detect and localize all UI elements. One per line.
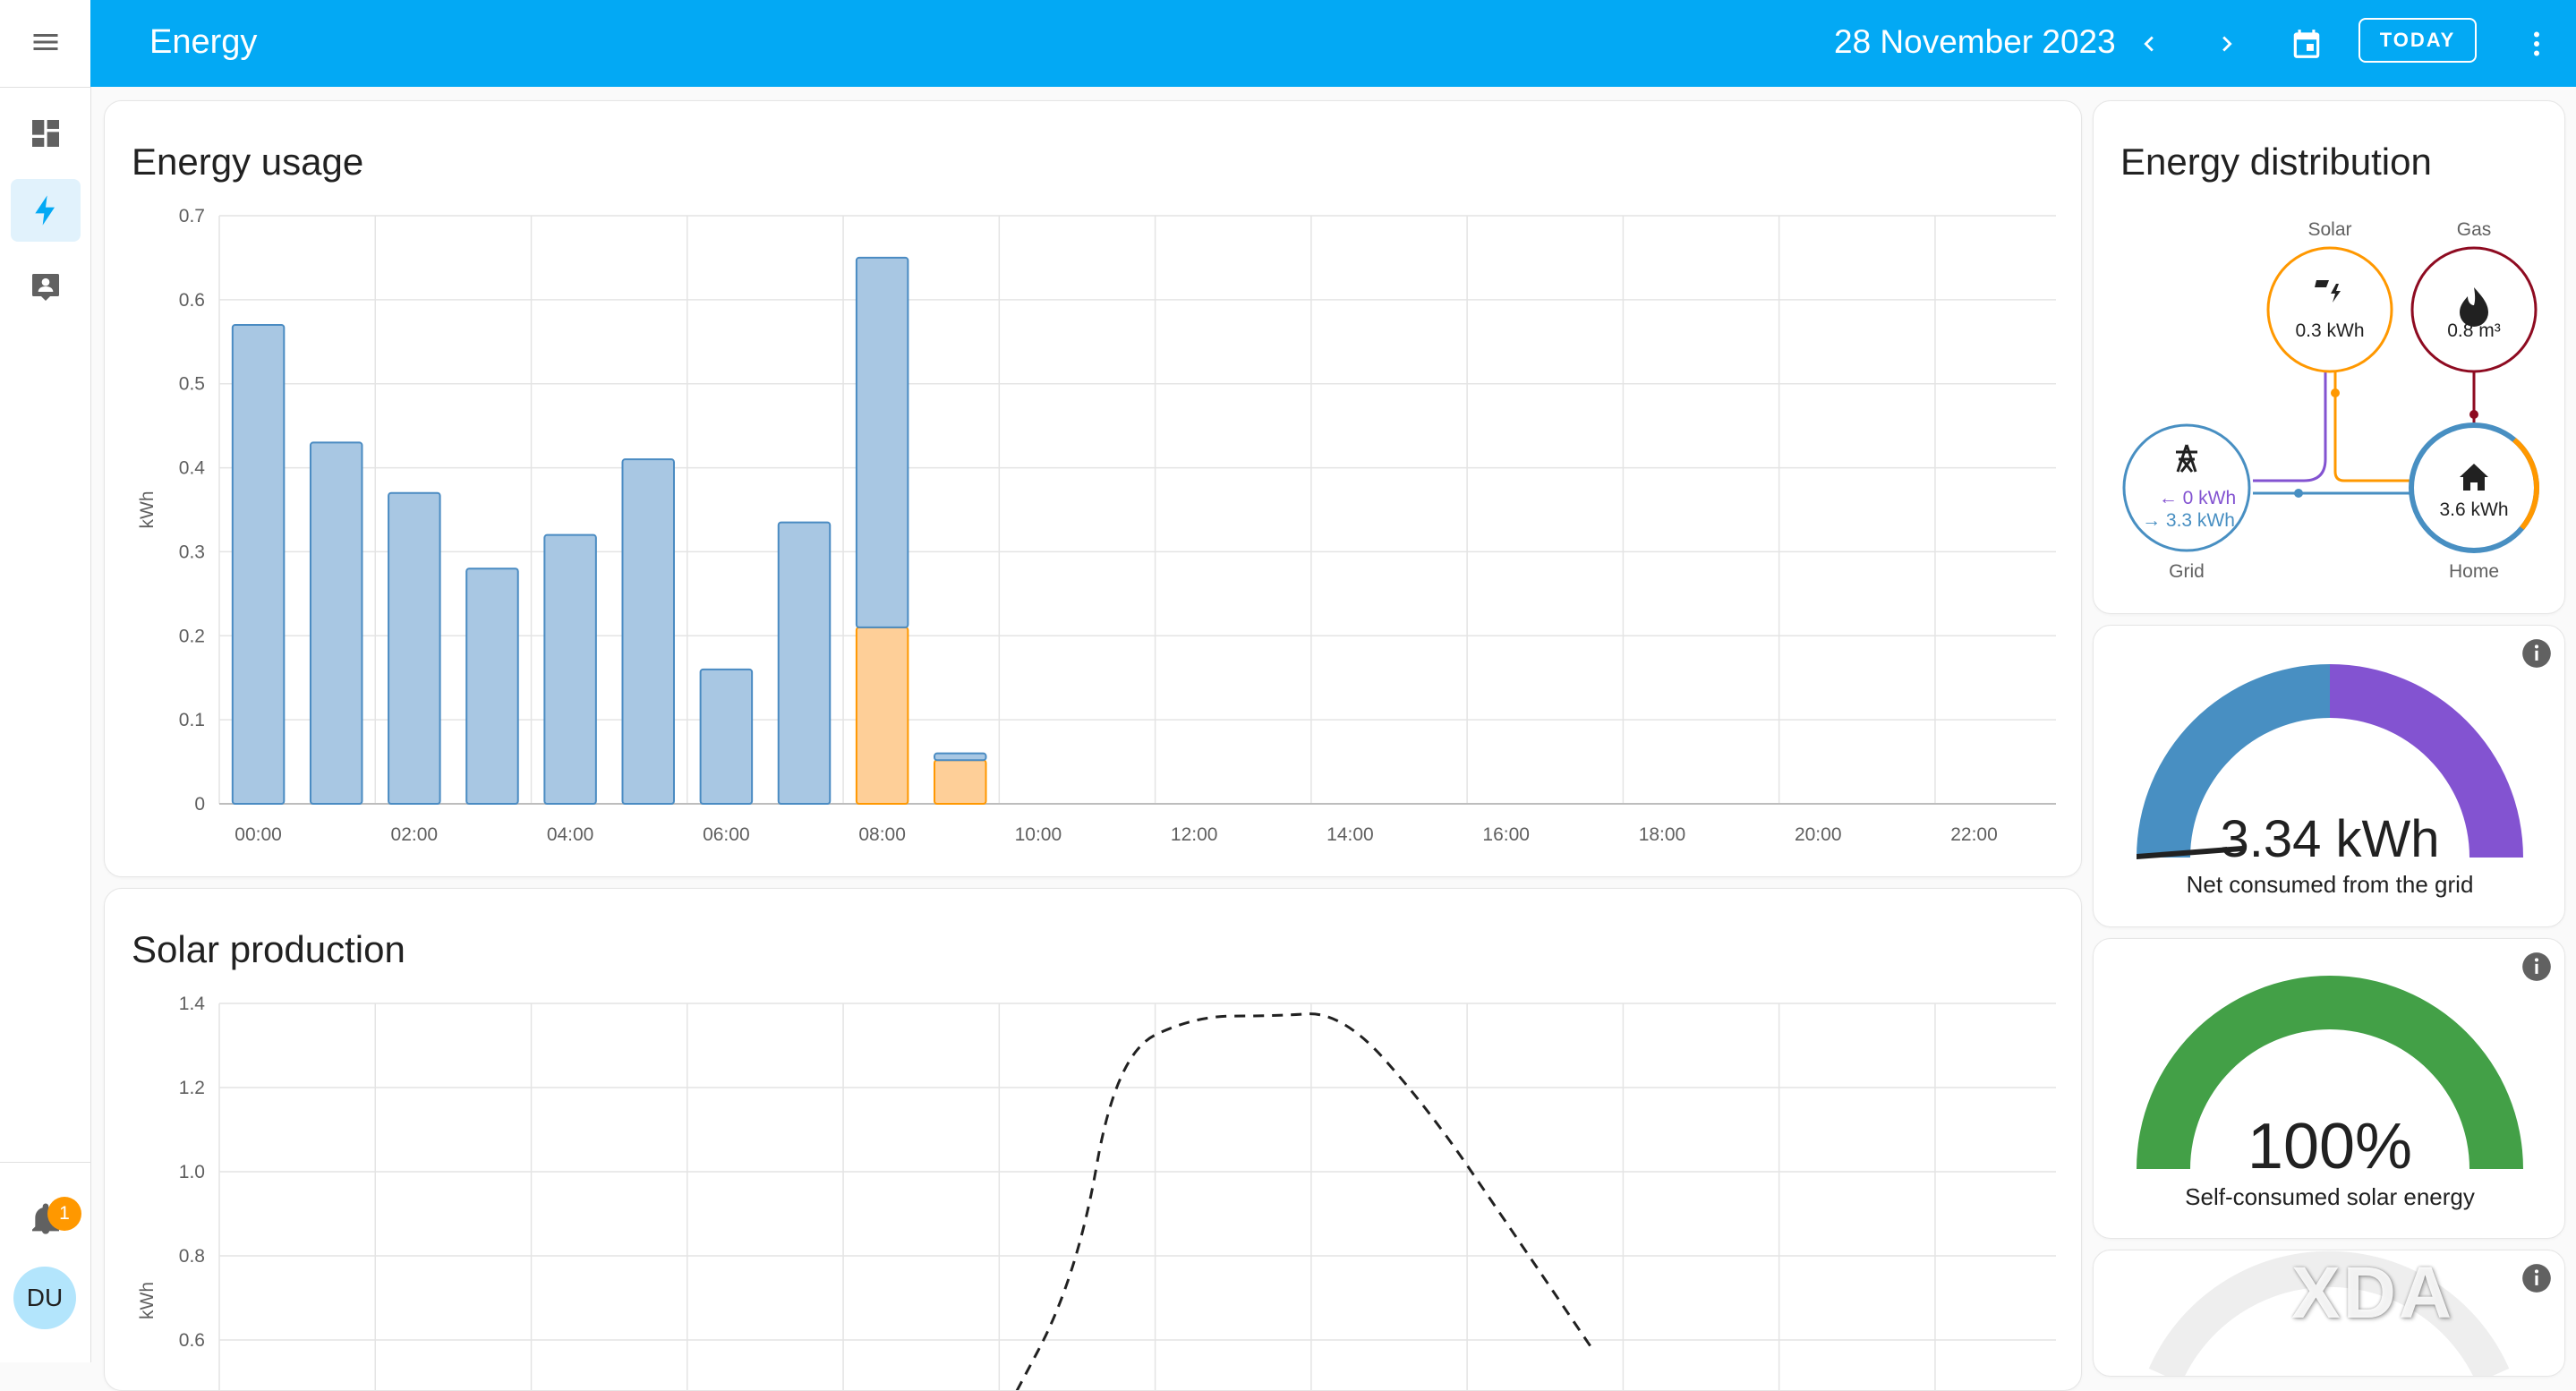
today-button[interactable]: TODAY bbox=[2358, 18, 2477, 63]
bar bbox=[855, 626, 909, 806]
solar-node bbox=[2266, 246, 2393, 373]
sidebar-item-energy[interactable] bbox=[11, 179, 81, 242]
notification-badge: 1 bbox=[47, 1197, 81, 1231]
energy-distribution-card: Energy distribution Solar 0.3 kWh Gas 0.… bbox=[2093, 100, 2565, 614]
dots-vertical-icon bbox=[2534, 31, 2539, 56]
arrow-left-icon: ← bbox=[2159, 488, 2183, 508]
y-tick-label: 0.3 bbox=[179, 542, 205, 562]
gauge-value: 3.34 kWh bbox=[2221, 810, 2440, 868]
bar bbox=[934, 752, 987, 762]
solar-production-chart: 0.6 0.8 1.0 1.2 1.4 kWh bbox=[137, 994, 2056, 1390]
solar-gauge: 100% Self-consumed solar energy bbox=[2137, 976, 2523, 1210]
flow-dot bbox=[2331, 388, 2340, 397]
solar-value: 0.3 kWh bbox=[2295, 320, 2364, 341]
y-tick-label: 0.1 bbox=[179, 710, 205, 730]
top-app-bar: Energy 28 November 2023 TODAY bbox=[90, 0, 2576, 87]
gauge-value: 100% bbox=[2248, 1111, 2412, 1182]
sidebar-item-overview[interactable] bbox=[11, 102, 81, 165]
account-box-icon bbox=[32, 274, 59, 301]
bar bbox=[465, 567, 519, 805]
y-tick-label: 0.4 bbox=[179, 458, 206, 479]
x-tick-label: 12:00 bbox=[1171, 824, 1218, 845]
date-label: 28 November 2023 bbox=[1834, 23, 2116, 60]
solar-production-card: Solar production 0.6 0.8 1.0 1.2 1.4 kWh bbox=[104, 888, 2082, 1391]
x-tick-label: 16:00 bbox=[1482, 824, 1530, 845]
x-tick-label: 22:00 bbox=[1950, 824, 1998, 845]
arrow-right-icon: → bbox=[2142, 510, 2166, 531]
x-tick-label: 14:00 bbox=[1326, 824, 1374, 845]
gauge-caption: Self-consumed solar energy bbox=[2185, 1183, 2475, 1210]
menu-icon bbox=[33, 34, 58, 50]
bar bbox=[388, 491, 441, 805]
overflow-menu-button[interactable] bbox=[2514, 21, 2559, 66]
watermark-logo: XDA bbox=[2291, 1252, 2455, 1334]
x-tick-label: 20:00 bbox=[1795, 824, 1842, 845]
gauge-caption: Net consumed from the grid bbox=[2187, 871, 2474, 898]
gas-value: 0.8 m³ bbox=[2447, 320, 2501, 341]
grid-return-value: ← 0 kWh bbox=[2159, 488, 2236, 508]
sidebar-item-logbook[interactable] bbox=[11, 256, 81, 319]
energy-usage-chart: 0 0.1 0.2 0.3 0.4 0.5 0.6 0.7 00:00 02:00 04:00 06:… bbox=[137, 206, 2056, 845]
home-value: 3.6 kWh bbox=[2439, 499, 2508, 520]
y-tick-label: 1.0 bbox=[179, 1162, 205, 1182]
flow-dot bbox=[2294, 489, 2303, 498]
grid-consumption-value: → 3.3 kWh bbox=[2142, 510, 2235, 531]
energy-usage-card: Energy usage 0 0.1 0.2 0.3 0.4 0.5 0.6 0.7 00:00… bbox=[104, 100, 2082, 877]
y-tick-label: 0.6 bbox=[179, 290, 205, 311]
flow-dot bbox=[2469, 410, 2478, 419]
y-tick-label: 1.2 bbox=[179, 1078, 205, 1098]
bar bbox=[777, 521, 832, 805]
x-tick-label: 10:00 bbox=[1015, 824, 1062, 845]
x-tick-label: 18:00 bbox=[1639, 824, 1686, 845]
chevron-left-icon bbox=[2144, 36, 2154, 52]
y-tick-label: 0.7 bbox=[179, 206, 205, 226]
y-tick-label: 0.2 bbox=[179, 626, 205, 646]
grid-gauge: 3.34 kWh Net consumed from the grid bbox=[2137, 664, 2523, 898]
y-tick-label: 1.4 bbox=[179, 994, 206, 1014]
y-tick-label: 0.8 bbox=[179, 1246, 205, 1267]
solar-to-home-line bbox=[2333, 370, 2412, 482]
x-tick-label: 04:00 bbox=[547, 824, 594, 845]
y-tick-label: 0.5 bbox=[179, 374, 205, 395]
grid-label: Grid bbox=[2169, 561, 2205, 582]
page-title: Energy bbox=[149, 23, 258, 61]
x-tick-label: 06:00 bbox=[703, 824, 750, 845]
dashboard-icon bbox=[32, 120, 59, 147]
energy-flow-diagram: Solar 0.3 kWh Gas 0.8 m³ ← 0 kWh → 3.3 k… bbox=[2122, 219, 2539, 582]
bar bbox=[855, 256, 909, 628]
bar bbox=[309, 441, 363, 805]
bar bbox=[543, 533, 597, 805]
x-tick-label: 02:00 bbox=[391, 824, 439, 845]
y-axis-label: kWh bbox=[137, 491, 158, 529]
previous-period-button[interactable] bbox=[2127, 21, 2171, 66]
home-label: Home bbox=[2449, 561, 2499, 582]
calendar-icon bbox=[2293, 30, 2320, 58]
y-axis-label: kWh bbox=[137, 1282, 158, 1319]
bar bbox=[231, 324, 286, 805]
chevron-right-icon bbox=[2222, 36, 2232, 52]
menu-button[interactable] bbox=[11, 11, 81, 73]
next-period-button[interactable] bbox=[2205, 21, 2249, 66]
bar bbox=[621, 458, 675, 805]
x-tick-label: 00:00 bbox=[235, 824, 282, 845]
date-picker-button[interactable] bbox=[2284, 21, 2329, 66]
grid-neutrality-gauge-card: 3.34 kWh Net consumed from the grid bbox=[2093, 625, 2565, 927]
y-tick-label: 0 bbox=[194, 794, 205, 815]
solar-label: Solar bbox=[2307, 219, 2351, 240]
solar-forecast-line bbox=[1015, 1012, 1593, 1390]
y-tick-label: 0.6 bbox=[179, 1330, 205, 1351]
sidebar: 1 DU bbox=[0, 0, 91, 1362]
avatar[interactable]: DU bbox=[13, 1267, 76, 1329]
bar bbox=[699, 668, 754, 805]
lightning-bolt-icon bbox=[35, 195, 55, 226]
gas-label: Gas bbox=[2457, 219, 2492, 240]
solar-to-grid-line bbox=[2253, 370, 2327, 482]
solar-consumed-gauge-card: 100% Self-consumed solar energy bbox=[2093, 938, 2565, 1239]
bar bbox=[934, 759, 987, 805]
x-tick-label: 08:00 bbox=[858, 824, 906, 845]
